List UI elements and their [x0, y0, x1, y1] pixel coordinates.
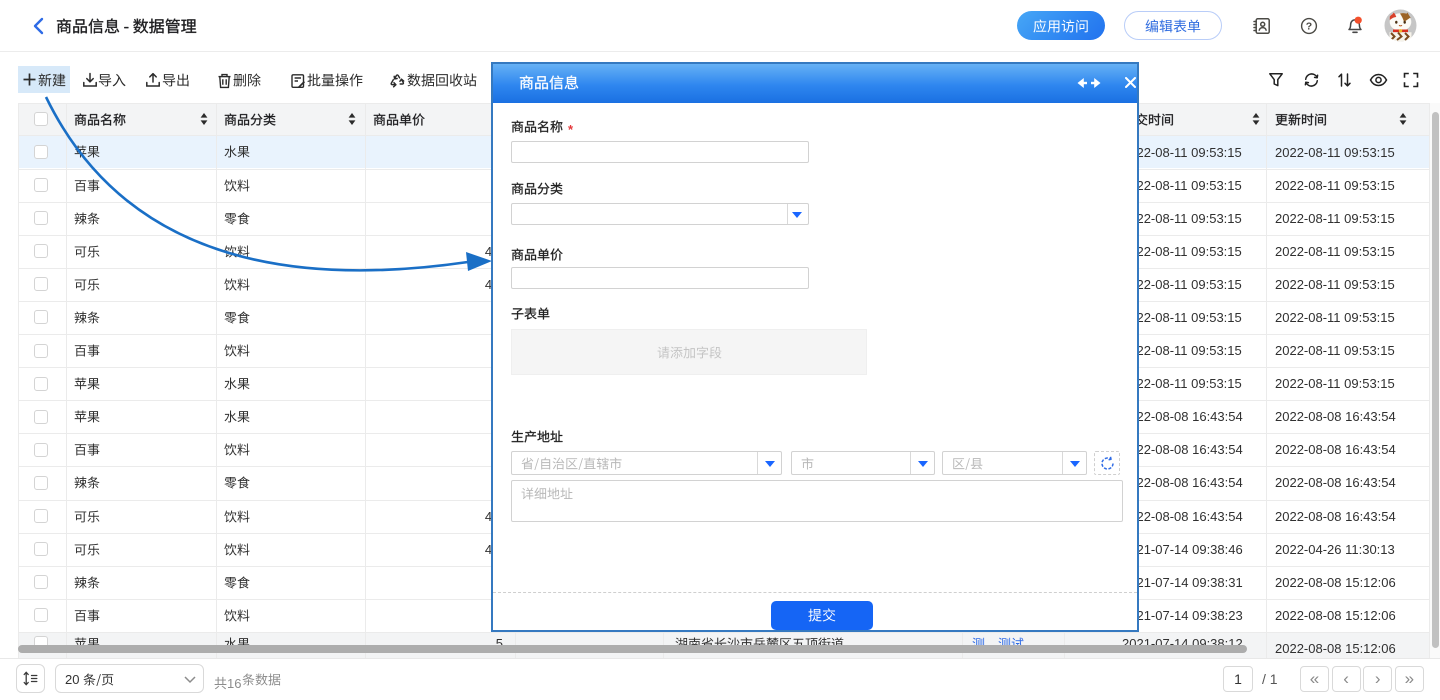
svg-text:?: ?	[1306, 21, 1312, 33]
